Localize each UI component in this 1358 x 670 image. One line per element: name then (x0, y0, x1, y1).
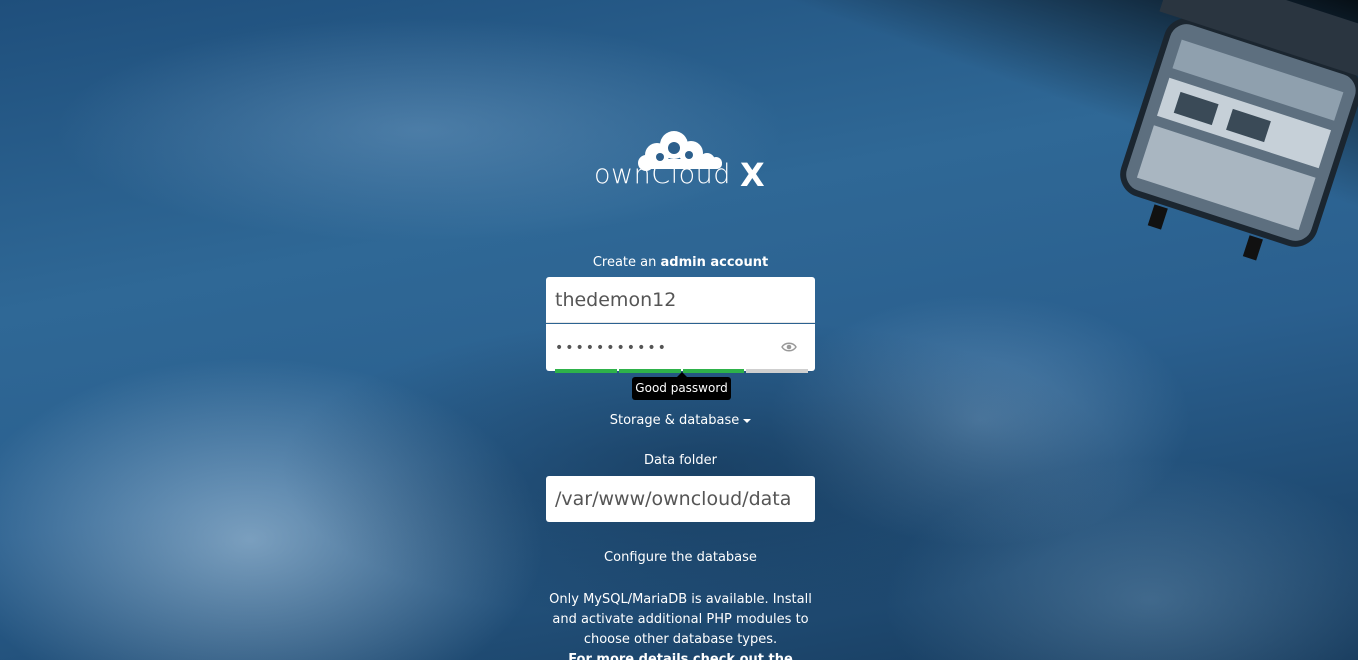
username-input[interactable] (546, 277, 766, 322)
database-docs-link[interactable]: For more details check out the (540, 650, 821, 670)
username-field-wrapper (546, 277, 815, 323)
database-note-text: Only MySQL/MariaDB is available. Install… (549, 592, 812, 647)
strength-segment (618, 369, 681, 373)
data-folder-label: Data folder (644, 453, 717, 468)
password-strength-tooltip: Good password (632, 372, 731, 400)
caret-down-icon (743, 418, 752, 423)
storage-database-toggle[interactable]: Storage & database (546, 413, 815, 428)
strength-segment (555, 369, 617, 373)
brand-suffix: X (740, 156, 765, 194)
create-admin-label: Create an admin account (546, 255, 815, 270)
satellite-image (1120, 0, 1358, 261)
storage-toggle-label: Storage & database (609, 413, 740, 428)
create-admin-prefix: Create an (592, 255, 661, 270)
brand-name: ownCloud (594, 159, 731, 190)
data-folder-field-wrapper (546, 476, 815, 522)
strength-segment (682, 369, 745, 373)
configure-database-label: Configure the database (604, 550, 757, 565)
data-folder-input[interactable] (546, 476, 806, 522)
create-admin-bold: admin account (660, 255, 769, 270)
password-field-wrapper (546, 324, 815, 371)
database-note: Only MySQL/MariaDB is available. Install… (540, 590, 821, 670)
password-input[interactable] (546, 324, 766, 371)
eye-icon[interactable] (781, 341, 797, 353)
strength-segment (746, 369, 808, 373)
